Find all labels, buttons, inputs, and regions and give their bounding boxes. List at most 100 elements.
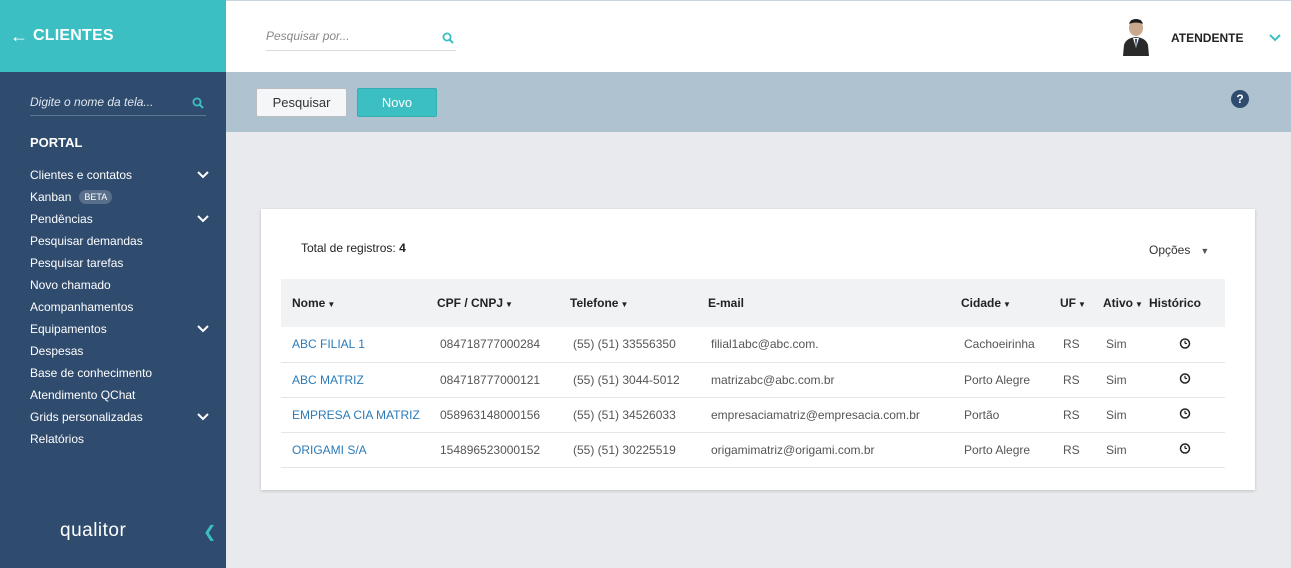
column-header-cidade[interactable]: Cidade ▼ bbox=[950, 279, 1049, 327]
clients-table: Nome ▼ CPF / CNPJ ▼ Telefone ▼ E-mail Cidad… bbox=[281, 279, 1225, 468]
sidebar-item-label: Acompanhamentos bbox=[30, 300, 134, 314]
options-label: Opções bbox=[1149, 243, 1191, 257]
options-dropdown[interactable]: Opções ▼ bbox=[1149, 243, 1209, 257]
column-header-uf[interactable]: UF ▼ bbox=[1049, 279, 1092, 327]
sidebar-item-relatorios[interactable]: Relatórios bbox=[30, 428, 210, 450]
cell-telefone: (55) (51) 33556350 bbox=[573, 337, 676, 352]
global-search-input[interactable] bbox=[266, 25, 431, 47]
sidebar-header: ← CLIENTES bbox=[0, 0, 226, 72]
qualitor-logo: qualitor bbox=[60, 520, 127, 541]
caret-down-icon: ▼ bbox=[620, 300, 629, 309]
sidebar-item-pesquisar-demandas[interactable]: Pesquisar demandas bbox=[30, 230, 210, 252]
column-header-ativo[interactable]: Ativo ▼ bbox=[1092, 279, 1145, 327]
client-name-link[interactable]: ORIGAMI S/A bbox=[281, 432, 426, 467]
cell-ativo: Sim bbox=[1106, 407, 1127, 422]
sidebar-item-label: Grids personalizadas bbox=[30, 410, 143, 424]
table-row: ABC MATRIZ 084718777000121 (55) (51) 304… bbox=[281, 362, 1225, 397]
cell-cpf: 084718777000121 bbox=[440, 372, 541, 387]
history-clock-icon[interactable] bbox=[1179, 442, 1191, 454]
column-header-cpf-cnpj[interactable]: CPF / CNPJ ▼ bbox=[426, 279, 559, 327]
sidebar-item-label: Pesquisar tarefas bbox=[30, 256, 124, 270]
avatar[interactable] bbox=[1122, 18, 1150, 56]
sidebar-item-atendimento-qchat[interactable]: Atendimento QChat bbox=[30, 384, 210, 406]
chevron-down-icon[interactable] bbox=[196, 412, 210, 422]
history-clock-icon[interactable] bbox=[1179, 337, 1191, 349]
sidebar-item-pesquisar-tarefas[interactable]: Pesquisar tarefas bbox=[30, 252, 210, 274]
user-name[interactable]: ATENDENTE bbox=[1171, 31, 1243, 45]
beta-badge: BETA bbox=[79, 190, 113, 204]
search-icon[interactable] bbox=[192, 96, 204, 114]
cell-email: origamimatriz@origami.com.br bbox=[711, 442, 875, 457]
cell-uf: RS bbox=[1063, 337, 1080, 352]
cell-cidade: Cachoeirinha bbox=[964, 337, 1035, 352]
help-icon[interactable]: ? bbox=[1231, 90, 1249, 108]
cell-email: filial1abc@abc.com. bbox=[711, 337, 819, 352]
sidebar-item-equipamentos[interactable]: Equipamentos bbox=[30, 318, 210, 340]
chevron-down-icon[interactable] bbox=[196, 324, 210, 334]
chevron-down-icon[interactable] bbox=[1268, 33, 1282, 43]
cell-ativo: Sim bbox=[1106, 372, 1127, 387]
sidebar-item-label: Despesas bbox=[30, 344, 84, 358]
cell-ativo: Sim bbox=[1106, 442, 1127, 457]
caret-down-icon: ▼ bbox=[1200, 246, 1210, 256]
sidebar-title: CLIENTES bbox=[33, 27, 114, 44]
table-row: ABC FILIAL 1 084718777000284 (55) (51) 3… bbox=[281, 327, 1225, 362]
table-row: EMPRESA CIA MATRIZ 058963148000156 (55) … bbox=[281, 397, 1225, 432]
column-header-historico: Histórico bbox=[1149, 296, 1202, 310]
sidebar-item-label: Pesquisar demandas bbox=[30, 234, 143, 248]
column-header-telefone[interactable]: Telefone ▼ bbox=[559, 279, 697, 327]
client-name-link[interactable]: EMPRESA CIA MATRIZ bbox=[281, 397, 426, 432]
cell-cpf: 084718777000284 bbox=[440, 337, 541, 352]
cell-cpf: 154896523000152 bbox=[440, 442, 541, 457]
sidebar-item-despesas[interactable]: Despesas bbox=[30, 340, 210, 362]
history-clock-icon[interactable] bbox=[1179, 372, 1191, 384]
novo-button[interactable]: Novo bbox=[357, 88, 437, 117]
cell-ativo: Sim bbox=[1106, 337, 1127, 352]
table-header-row: Nome ▼ CPF / CNPJ ▼ Telefone ▼ E-mail Cidad… bbox=[281, 279, 1225, 327]
total-records-value: 4 bbox=[399, 241, 406, 255]
chevron-down-icon[interactable] bbox=[196, 170, 210, 180]
client-name-link[interactable]: ABC MATRIZ bbox=[281, 362, 426, 397]
cell-telefone: (55) (51) 3044-5012 bbox=[573, 372, 680, 387]
chevron-left-icon[interactable]: ❮ bbox=[203, 522, 216, 542]
caret-down-icon: ▼ bbox=[1078, 300, 1086, 309]
sidebar-item-base-de-conhecimento[interactable]: Base de conhecimento bbox=[30, 362, 210, 384]
history-clock-icon[interactable] bbox=[1179, 407, 1191, 419]
arrow-left-icon[interactable]: ← bbox=[10, 26, 28, 47]
cell-uf: RS bbox=[1063, 372, 1080, 387]
cell-uf: RS bbox=[1063, 442, 1080, 457]
cell-cidade: Porto Alegre bbox=[964, 442, 1031, 457]
sidebar-item-novo-chamado[interactable]: Novo chamado bbox=[30, 274, 210, 296]
sidebar-item-acompanhamentos[interactable]: Acompanhamentos bbox=[30, 296, 210, 318]
screen-search-input[interactable] bbox=[30, 92, 180, 112]
sidebar-item-label: Pendências bbox=[30, 212, 93, 226]
sidebar-item-label: Clientes e contatos bbox=[30, 168, 133, 182]
caret-down-icon: ▼ bbox=[327, 300, 336, 309]
sidebar-item-clientes-e-contatos[interactable]: Clientes e contatos bbox=[30, 164, 210, 186]
screen-search bbox=[30, 92, 206, 116]
chevron-down-icon[interactable] bbox=[196, 214, 210, 224]
client-name-link[interactable]: ABC FILIAL 1 bbox=[281, 327, 426, 362]
sidebar-item-pendencias[interactable]: Pendências bbox=[30, 208, 210, 230]
total-records-label: Total de registros: bbox=[301, 241, 396, 255]
cell-email: empresaciamatriz@empresacia.com.br bbox=[711, 407, 920, 422]
sidebar-item-label: Novo chamado bbox=[30, 278, 111, 292]
sidebar-item-label: Atendimento QChat bbox=[30, 388, 136, 402]
sidebar-item-label: Relatórios bbox=[30, 432, 85, 446]
sidebar-item-label: Kanban bbox=[30, 190, 72, 204]
sidebar-item-grids-personalizadas[interactable]: Grids personalizadas bbox=[30, 406, 210, 428]
caret-down-icon: ▼ bbox=[1135, 300, 1143, 309]
sidebar-item-kanban[interactable]: Kanban BETA bbox=[30, 186, 210, 208]
sidebar-item-label: Equipamentos bbox=[30, 322, 107, 336]
cell-telefone: (55) (51) 30225519 bbox=[573, 442, 676, 457]
pesquisar-button[interactable]: Pesquisar bbox=[256, 88, 347, 117]
sidebar-item-label: Base de conhecimento bbox=[30, 366, 153, 380]
column-header-nome[interactable]: Nome ▼ bbox=[281, 279, 426, 327]
cell-email: matrizabc@abc.com.br bbox=[711, 372, 835, 387]
sidebar: ← CLIENTES PORTAL Clientes e contatos Ka… bbox=[0, 0, 226, 568]
cell-uf: RS bbox=[1063, 407, 1080, 422]
search-icon[interactable] bbox=[442, 31, 454, 49]
column-header-email: E-mail bbox=[708, 296, 745, 310]
table-row: ORIGAMI S/A 154896523000152 (55) (51) 30… bbox=[281, 432, 1225, 467]
global-search bbox=[266, 25, 456, 51]
